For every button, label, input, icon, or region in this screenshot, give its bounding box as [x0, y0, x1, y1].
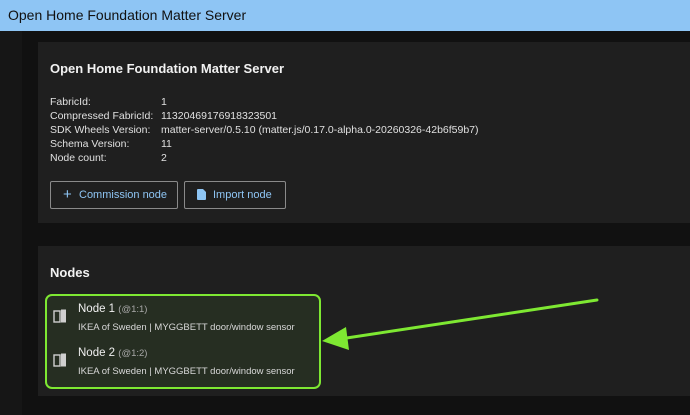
annotation-arrow-icon [322, 298, 599, 350]
